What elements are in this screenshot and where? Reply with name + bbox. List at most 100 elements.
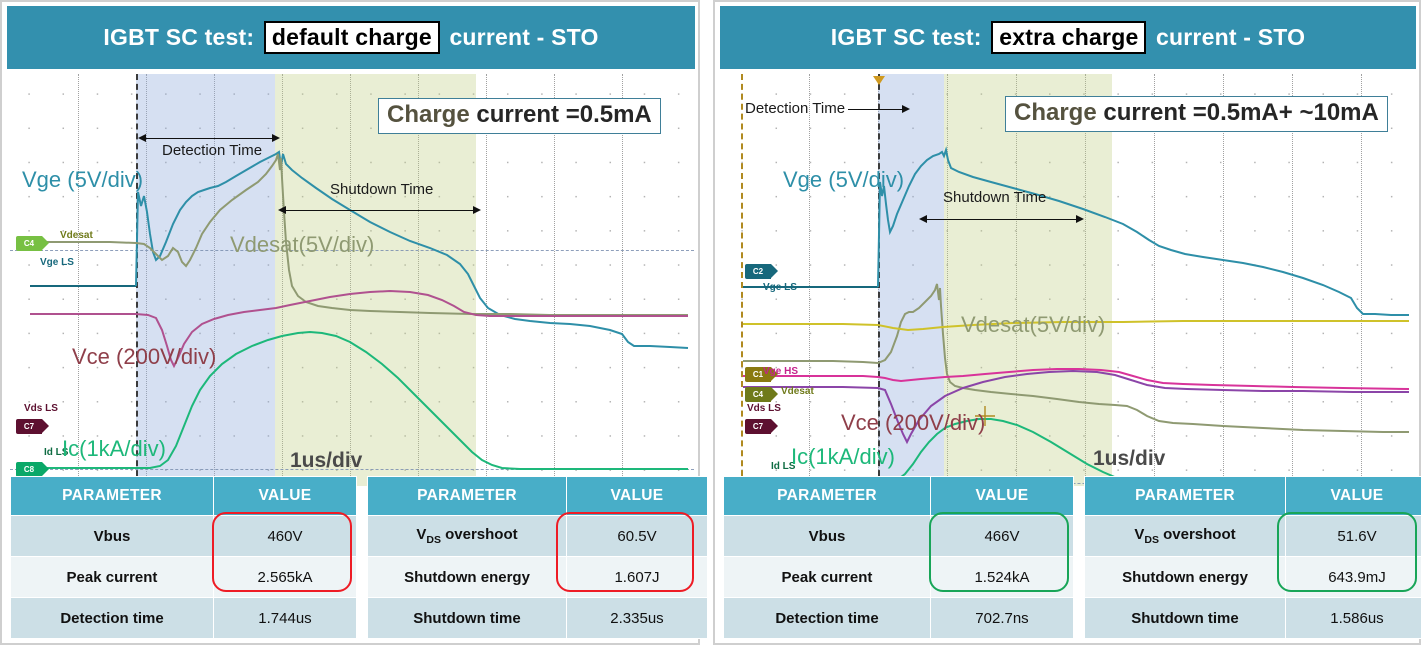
charge-current-value-left: current =0.5mA xyxy=(476,101,652,128)
cell-value-highlighted: 1.586us xyxy=(1285,597,1421,639)
charge-current-ghost-right: Charge xyxy=(1014,99,1097,126)
cell-parameter: Shutdown time xyxy=(367,597,567,639)
channel-tag-label: C4 xyxy=(16,236,49,251)
cell-parameter: Vbus xyxy=(723,515,931,557)
shutdown-time-arrow-left xyxy=(278,206,481,214)
label-detection-time-left: Detection Time xyxy=(162,142,263,159)
table-row: Vbus 466V xyxy=(723,515,1074,557)
label-timebase-left: 1us/div xyxy=(290,449,363,472)
charge-current-text-right: Charge current =0.5mA+ ~10mA xyxy=(1014,99,1379,127)
label-shutdown-time-right: Shutdown Time xyxy=(943,189,1047,206)
cell-value: 51.6V xyxy=(1285,515,1421,557)
label-shutdown-time-left: Shutdown Time xyxy=(330,181,434,198)
cell-value: 60.5V xyxy=(566,515,708,557)
channel-name-vdesat-right: Vdesat xyxy=(781,386,814,397)
cell-value-highlighted: 643.9mJ xyxy=(1285,556,1421,598)
column-header-parameter: PARAMETER xyxy=(367,476,567,516)
cell-parameter: Detection time xyxy=(10,597,214,639)
table-header-row: PARAMETER VALUE xyxy=(367,476,708,516)
waveform-traces-left xyxy=(30,150,689,470)
table-header-row: PARAMETER VALUE xyxy=(1084,476,1421,516)
parameter-table-left-1: PARAMETER VALUE Vbus 460V Peak current 2… xyxy=(10,476,357,639)
arrow-head-right-icon xyxy=(473,206,481,214)
channel-marker-c8-left[interactable]: C8 xyxy=(16,462,49,477)
label-vce-right: Vce (200V/div) xyxy=(841,410,986,435)
arrow-line xyxy=(848,108,902,110)
channel-tag-label: C7 xyxy=(745,419,778,434)
channel-tag-label: C2 xyxy=(745,264,778,279)
channel-marker-c4-left[interactable]: C4 xyxy=(16,236,49,251)
channel-name-vdesat-left: Vdesat xyxy=(60,230,93,241)
table-row: VDS overshoot 51.6V xyxy=(1084,515,1421,557)
label-detection-time-right: Detection Time xyxy=(745,100,846,117)
cell-parameter-vds-overshoot: VDS overshoot xyxy=(1084,515,1286,557)
column-header-parameter: PARAMETER xyxy=(723,476,931,516)
charge-current-ghost-left: Charge xyxy=(387,101,470,128)
label-vge-right: Vge (5V/div) xyxy=(783,167,905,192)
cell-parameter: Shutdown energy xyxy=(1084,556,1286,598)
channel-name-vge-ls-left: Vge LS xyxy=(40,257,74,268)
table-header-row: PARAMETER VALUE xyxy=(10,476,357,516)
column-header-value: VALUE xyxy=(566,476,708,516)
label-ic-left: Ic(1kA/div) xyxy=(62,436,166,461)
cell-parameter: Shutdown time xyxy=(1084,597,1286,639)
charge-current-callout-left: Charge current =0.5mA xyxy=(378,98,661,134)
cell-parameter-vds-overshoot: VDS overshoot xyxy=(367,515,567,557)
title-suffix-left: current - STO xyxy=(449,24,599,50)
channel-tag-label: C8 xyxy=(16,462,49,477)
label-vge-left: Vge (5V/div) xyxy=(22,167,144,192)
cell-value-highlighted: 1.524kA xyxy=(930,556,1074,598)
detection-time-arrow-right xyxy=(848,105,910,113)
column-header-parameter: PARAMETER xyxy=(1084,476,1286,516)
panel-title-bar-right: IGBT SC test: extra charge current - STO xyxy=(720,6,1416,69)
cell-value: 466V xyxy=(930,515,1074,557)
charge-current-callout-right: Charge current =0.5mA+ ~10mA xyxy=(1005,96,1388,132)
arrow-line xyxy=(927,218,1076,220)
channel-name-vge-hs-right: Vge HS xyxy=(763,366,799,377)
table-row: Shutdown time 2.335us xyxy=(367,597,708,639)
panel-default-charge: IGBT SC test: default charge current - S… xyxy=(0,0,708,645)
column-header-parameter: PARAMETER xyxy=(10,476,214,516)
shutdown-time-arrow-right xyxy=(919,215,1084,223)
table-header-row: PARAMETER VALUE xyxy=(723,476,1074,516)
parameter-table-right-1: PARAMETER VALUE Vbus 466V Peak current 1… xyxy=(723,476,1074,639)
cell-value-highlighted: 702.7ns xyxy=(930,597,1074,639)
label-timebase-right: 1us/div xyxy=(1093,447,1166,470)
cell-value-highlighted: 2.565kA xyxy=(213,556,357,598)
channel-marker-c4-right[interactable]: C4 xyxy=(745,387,778,402)
charge-current-text-left: Charge current =0.5mA xyxy=(387,101,652,129)
channel-marker-c2-right[interactable]: C2 xyxy=(745,264,778,279)
title-suffix-right: current - STO xyxy=(1156,24,1306,50)
table-row: Shutdown energy 1.607J xyxy=(367,556,708,598)
title-prefix-right: IGBT SC test: xyxy=(830,24,982,50)
title-highlight-left: default charge xyxy=(263,21,440,54)
title-highlight-right: extra charge xyxy=(991,21,1147,54)
table-row: Peak current 2.565kA xyxy=(10,556,357,598)
arrow-line xyxy=(286,209,473,211)
arrow-head-right-icon xyxy=(1076,215,1084,223)
arrow-line xyxy=(146,137,272,139)
table-row: Shutdown time 1.586us xyxy=(1084,597,1421,639)
arrow-head-right-icon xyxy=(272,134,280,142)
parameter-table-left-2: PARAMETER VALUE VDS overshoot 60.5V Shut… xyxy=(367,476,708,639)
table-row: Detection time 702.7ns xyxy=(723,597,1074,639)
oscilloscope-plot-right: C2 Vge LS C1 Vge HS C4 Vdesat C7 Vds LS … xyxy=(723,74,1415,486)
panel-title-bar-left: IGBT SC test: default charge current - S… xyxy=(7,6,695,69)
channel-marker-c7-left[interactable]: C7 xyxy=(16,419,49,434)
waveform-traces-right xyxy=(743,76,1410,484)
table-row: Shutdown energy 643.9mJ xyxy=(1084,556,1421,598)
page-title-left: IGBT SC test: default charge current - S… xyxy=(103,21,598,54)
page-title-right: IGBT SC test: extra charge current - STO xyxy=(831,21,1305,54)
label-vce-left: Vce (200V/div) xyxy=(72,344,217,369)
column-header-value: VALUE xyxy=(930,476,1074,516)
channel-tag-label: C7 xyxy=(16,419,49,434)
channel-marker-c7-right[interactable]: C7 xyxy=(745,419,778,434)
column-header-value: VALUE xyxy=(213,476,357,516)
cell-value: 460V xyxy=(213,515,357,557)
table-row: Detection time 1.744us xyxy=(10,597,357,639)
channel-name-vge-ls-right: Vge LS xyxy=(763,282,797,293)
cell-parameter: Detection time xyxy=(723,597,931,639)
channel-name-vds-ls-right: Vds LS xyxy=(747,403,781,414)
arrow-head-left-icon xyxy=(138,134,146,142)
figure-root: IGBT SC test: default charge current - S… xyxy=(0,0,1421,645)
